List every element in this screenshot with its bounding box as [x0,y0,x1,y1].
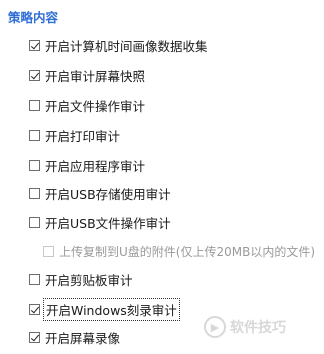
option-usb-storage-audit[interactable]: 开启USB存储使用审计 [29,184,171,202]
option-clipboard-audit[interactable]: 开启剪贴板审计 [29,270,133,288]
checkbox-application-audit[interactable] [29,159,40,171]
option-screen-snapshot-audit[interactable]: 开启审计屏幕快照 [29,66,145,84]
checkbox-print-audit[interactable] [29,129,40,141]
option-time-profile-collection[interactable]: 开启计算机时间画像数据收集 [29,36,208,54]
checkbox-usb-file-operation-audit[interactable] [29,216,40,228]
option-file-operation-audit[interactable]: 开启文件操作审计 [29,96,145,114]
option-label: 开启Windows刻录审计 [43,297,180,321]
option-label: 开启剪贴板审计 [45,272,133,288]
checkbox-usb-storage-audit[interactable] [29,187,40,199]
option-label: 开启文件操作审计 [45,98,146,114]
option-usb-file-operation-audit[interactable]: 开启USB文件操作审计 [29,213,171,231]
checkbox-file-operation-audit[interactable] [29,99,40,111]
checkbox-screen-recording[interactable] [29,331,40,343]
option-label: 开启屏幕录像 [45,330,121,346]
option-label: 开启USB文件操作审计 [45,215,171,231]
option-upload-usb-attachments: 上传复制到U盘的附件(仅上传20MB以内的文件) [43,242,315,260]
option-label: 开启应用程序审计 [45,158,146,174]
option-label: 开启审计屏幕快照 [45,68,146,84]
option-label: 上传复制到U盘的附件(仅上传20MB以内的文件) [59,244,316,259]
watermark-logo-icon: ▶ [204,316,226,338]
checkbox-upload-usb-attachments [43,245,54,257]
checkbox-windows-burn-audit[interactable] [29,303,40,315]
watermark-text: 软件技巧 [230,320,286,336]
option-label: 开启USB存储使用审计 [45,186,171,202]
option-print-audit[interactable]: 开启打印审计 [29,126,120,144]
checkbox-screen-snapshot-audit[interactable] [29,69,40,81]
option-application-audit[interactable]: 开启应用程序审计 [29,156,145,174]
watermark: ▶ 软件技巧 [204,316,286,338]
section-title: 策略内容 [8,10,59,25]
checkbox-clipboard-audit[interactable] [29,273,40,285]
checkbox-time-profile-collection[interactable] [29,39,40,51]
option-label: 开启打印审计 [45,128,121,144]
option-windows-burn-audit[interactable]: 开启Windows刻录审计 [29,297,180,321]
option-label: 开启计算机时间画像数据收集 [45,38,208,54]
option-screen-recording[interactable]: 开启屏幕录像 [29,328,120,346]
